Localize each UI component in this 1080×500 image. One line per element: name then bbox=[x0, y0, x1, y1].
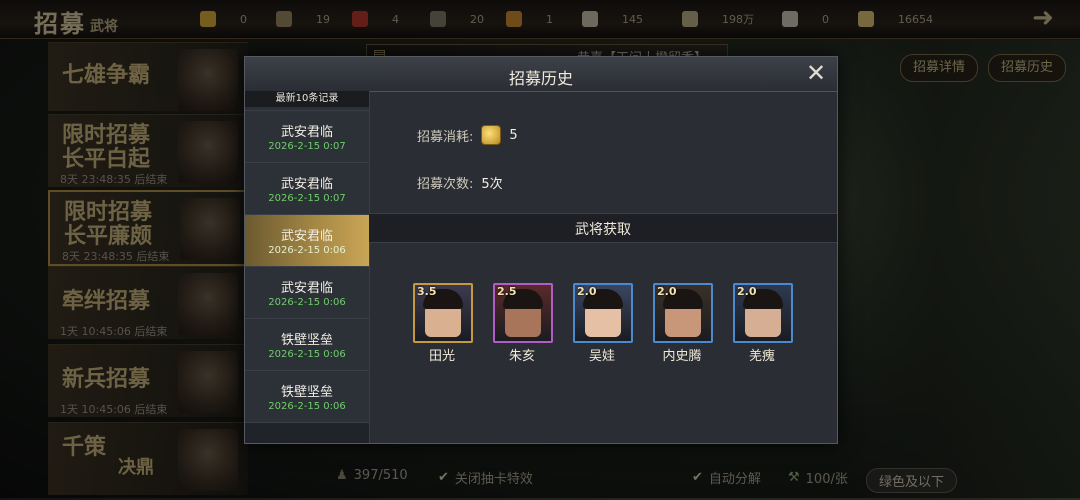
hero-name: 田光 bbox=[428, 349, 455, 364]
hero-name: 吴娃 bbox=[588, 349, 615, 364]
hero-rating: 2.0 bbox=[737, 285, 757, 298]
record-name: 武安君临 bbox=[280, 229, 333, 244]
hero-rating: 3.5 bbox=[417, 285, 437, 298]
hero-name: 朱亥 bbox=[508, 349, 535, 364]
dialog-title: 招募历史 bbox=[508, 69, 573, 88]
record-name: 铁壁坚垒 bbox=[280, 385, 333, 400]
record-item[interactable]: 武安君临 2026-2-15 0:07 bbox=[245, 163, 369, 215]
close-icon[interactable]: ✕ bbox=[803, 61, 829, 87]
record-item[interactable]: 铁壁坚垒 2026-2-15 0:06 bbox=[245, 371, 369, 423]
record-list-header: 最新10条记录 bbox=[245, 91, 369, 107]
record-detail: 招募消耗: 5 招募次数: 5次 武将获取 3.5 田光 2.5 朱亥 2.0 吴娃 2.0… bbox=[369, 91, 837, 443]
count-row: 招募次数: 5次 bbox=[417, 173, 503, 192]
gold-token-icon bbox=[481, 125, 502, 145]
record-item[interactable]: 武安君临 2026-2-15 0:06 bbox=[245, 267, 369, 319]
hero-card[interactable]: 2.0 羌瘣 bbox=[733, 283, 793, 364]
hero-card[interactable]: 2.0 吴娃 bbox=[573, 283, 633, 364]
hero-card[interactable]: 3.5 田光 bbox=[413, 283, 473, 364]
hero-card[interactable]: 2.5 朱亥 bbox=[493, 283, 553, 364]
cost-label: 招募消耗: bbox=[417, 129, 474, 145]
hero-portrait: 3.5 bbox=[413, 283, 473, 343]
record-date: 2026-2-15 0:06 bbox=[268, 401, 346, 412]
hero-name: 羌瘣 bbox=[748, 349, 775, 364]
hero-card[interactable]: 2.0 内史腾 bbox=[653, 283, 713, 364]
recruit-history-dialog: 招募历史 ✕ 最新10条记录 2026-2-15 0:07武安君临2026-2-… bbox=[244, 56, 838, 444]
hero-rating: 2.0 bbox=[577, 285, 597, 298]
count-label: 招募次数: bbox=[417, 177, 474, 192]
record-name: 武安君临 bbox=[280, 177, 333, 192]
cost-row: 招募消耗: 5 bbox=[417, 125, 518, 145]
record-name: 武安君临 bbox=[280, 125, 333, 140]
record-date: 2026-2-15 0:06 bbox=[268, 297, 346, 308]
record-item[interactable]: 武安君临 2026-2-15 0:07 bbox=[245, 111, 369, 163]
hero-rating: 2.5 bbox=[497, 285, 517, 298]
hero-portrait: 2.5 bbox=[493, 283, 553, 343]
record-name: 武安君临 bbox=[280, 281, 333, 296]
hero-portrait: 2.0 bbox=[653, 283, 713, 343]
count-value: 5次 bbox=[481, 177, 503, 192]
record-date: 2026-2-15 0:07 bbox=[268, 193, 346, 204]
record-item[interactable]: 武安君临 2026-2-15 0:06 bbox=[245, 215, 369, 267]
section-header: 武将获取 bbox=[369, 213, 837, 243]
hero-rating: 2.0 bbox=[657, 285, 677, 298]
cost-value: 5 bbox=[509, 127, 518, 143]
hero-portrait: 2.0 bbox=[733, 283, 793, 343]
section-title: 武将获取 bbox=[575, 222, 631, 238]
record-item[interactable]: 铁壁坚垒 2026-2-15 0:06 bbox=[245, 319, 369, 371]
record-date: 2026-2-15 0:07 bbox=[268, 141, 346, 152]
dialog-header: 招募历史 ✕ bbox=[245, 57, 837, 92]
record-list[interactable]: 最新10条记录 2026-2-15 0:07武安君临2026-2-15 0:07… bbox=[245, 91, 370, 443]
hero-portrait: 2.0 bbox=[573, 283, 633, 343]
hero-name: 内史腾 bbox=[662, 349, 702, 364]
record-name: 铁壁坚垒 bbox=[280, 333, 333, 348]
record-date: 2026-2-15 0:06 bbox=[268, 245, 346, 256]
record-date: 2026-2-15 0:06 bbox=[268, 349, 346, 360]
